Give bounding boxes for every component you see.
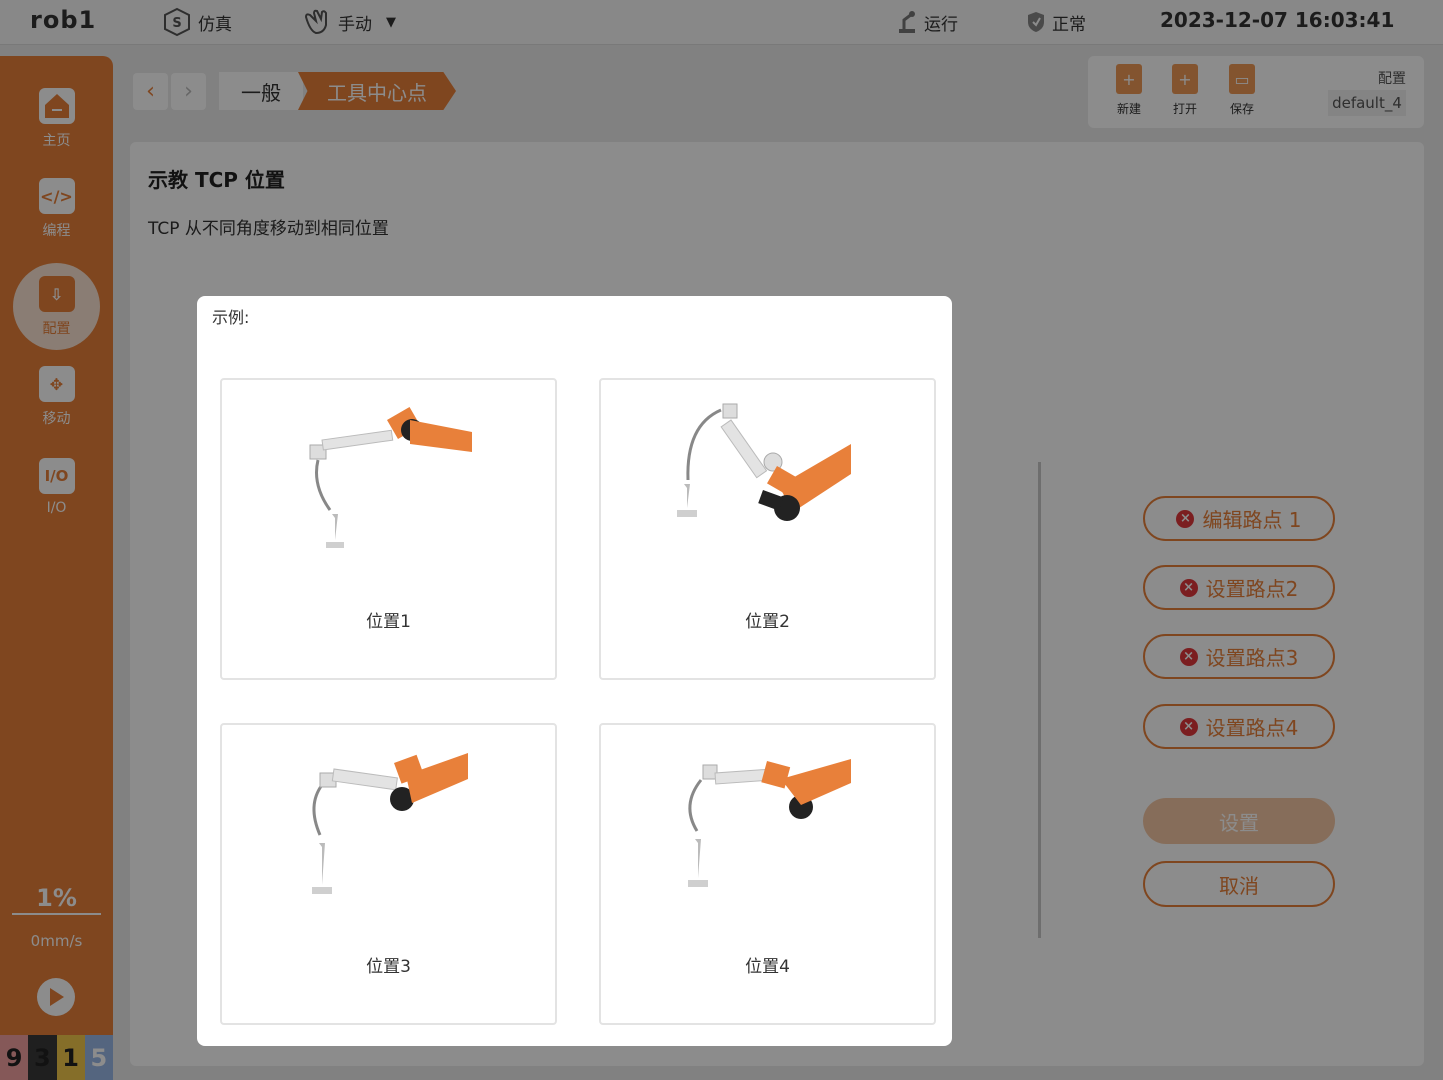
robot-arm-illustration [688, 759, 851, 887]
robot-arm-illustration [677, 403, 851, 521]
example-card-1: 位置1 [220, 378, 557, 680]
card-caption: 位置3 [366, 957, 411, 977]
example-modal: 示例: 位置1 位置2 位置3 位置4 [197, 296, 952, 1046]
card-caption: 位置2 [745, 612, 790, 632]
card-caption: 位置4 [745, 957, 790, 977]
card-caption: 位置1 [366, 612, 411, 632]
robot-arm-illustration [312, 753, 468, 894]
example-card-4: 位置4 [599, 723, 936, 1025]
example-card-2: 位置2 [599, 378, 936, 680]
example-card-3: 位置3 [220, 723, 557, 1025]
modal-label: 示例: [212, 308, 250, 327]
robot-arm-illustration [309, 407, 472, 548]
